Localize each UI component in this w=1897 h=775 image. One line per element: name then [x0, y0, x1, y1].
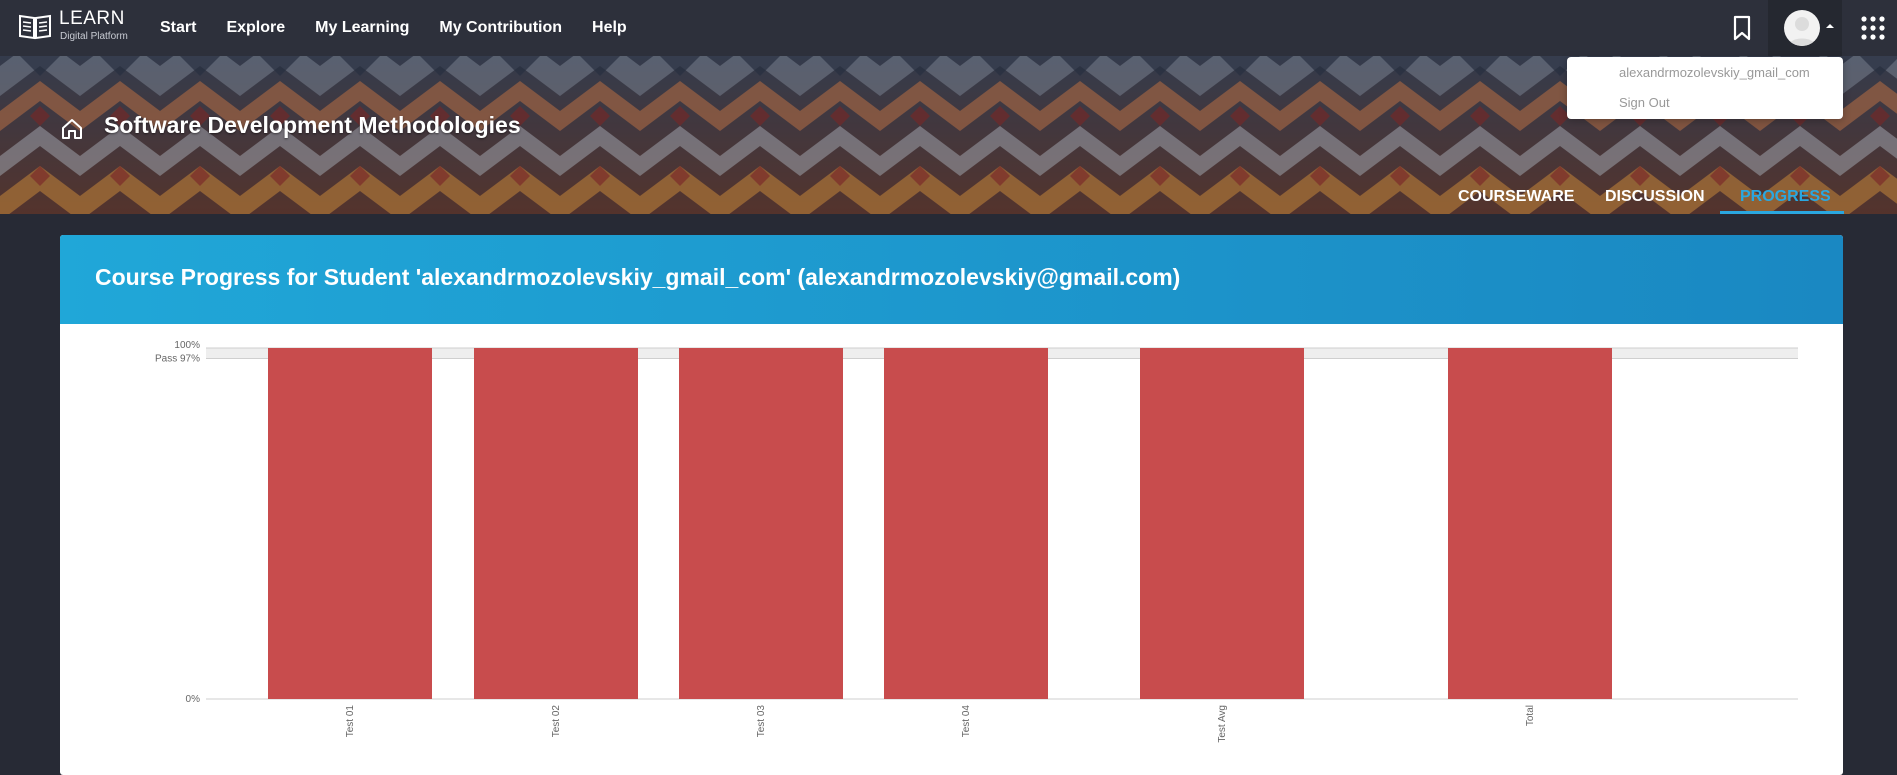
x-tick-label: Test 02: [551, 705, 562, 738]
dropdown-username[interactable]: alexandrmozolevskiy_gmail_com: [1619, 65, 1810, 80]
logo[interactable]: LEARN Digital Platform: [18, 8, 138, 48]
bar: [1448, 348, 1612, 699]
bar: [474, 348, 638, 699]
nav-help[interactable]: Help: [592, 0, 627, 56]
nav-explore[interactable]: Explore: [226, 0, 285, 56]
top-navbar: LEARN Digital Platform Start Explore My …: [0, 0, 1897, 56]
nav-my-contribution[interactable]: My Contribution: [439, 0, 562, 56]
home-icon[interactable]: [60, 117, 84, 141]
logo-title: LEARN: [59, 8, 125, 29]
course-title: Software Development Methodologies: [104, 112, 521, 138]
x-tick-label: Total: [1525, 705, 1536, 726]
progress-title: Course Progress for Student 'alexandrmoz…: [95, 264, 1181, 290]
open-book-icon: [19, 14, 51, 40]
nav-start[interactable]: Start: [160, 0, 196, 56]
tab-progress[interactable]: PROGRESS: [1720, 174, 1844, 214]
tab-discussion[interactable]: DISCUSSION: [1605, 174, 1705, 214]
apps-grid-icon[interactable]: [1860, 14, 1886, 42]
user-menu-toggle[interactable]: [1768, 0, 1842, 56]
bookmark-icon[interactable]: [1730, 14, 1754, 42]
y-tick-label: Pass 97%: [155, 354, 200, 365]
x-tick-label: Test 03: [756, 705, 767, 738]
tab-courseware[interactable]: COURSEWARE: [1458, 174, 1574, 214]
y-tick-label: 0%: [186, 694, 201, 705]
y-tick-label: 100%: [174, 340, 200, 351]
x-tick-label: Test Avg: [1217, 705, 1228, 743]
nav-my-learning[interactable]: My Learning: [315, 0, 409, 56]
avatar: [1784, 10, 1820, 46]
caret-up-icon: [1826, 24, 1834, 28]
bar: [268, 348, 432, 699]
main-nav: Start Explore My Learning My Contributio…: [160, 0, 657, 56]
user-dropdown: alexandrmozolevskiy_gmail_com Sign Out: [1567, 57, 1843, 119]
x-tick-label: Test 01: [345, 705, 356, 738]
bar: [884, 348, 1048, 699]
progress-header: Course Progress for Student 'alexandrmoz…: [60, 235, 1843, 324]
progress-chart: 100% Pass 97% 0% Test 01 Test 02 Test 03 Test …: [60, 324, 1843, 775]
progress-card: Course Progress for Student 'alexandrmoz…: [60, 235, 1843, 775]
logo-subtitle: Digital Platform: [60, 31, 128, 42]
bar: [1140, 348, 1304, 699]
sign-out-link[interactable]: Sign Out: [1619, 95, 1670, 110]
user-silhouette-icon: [1789, 17, 1815, 46]
x-tick-label: Test 04: [961, 705, 972, 738]
bar-chart: 100% Pass 97% 0% Test 01 Test 02 Test 03 Test …: [155, 340, 1798, 743]
bar: [679, 348, 843, 699]
